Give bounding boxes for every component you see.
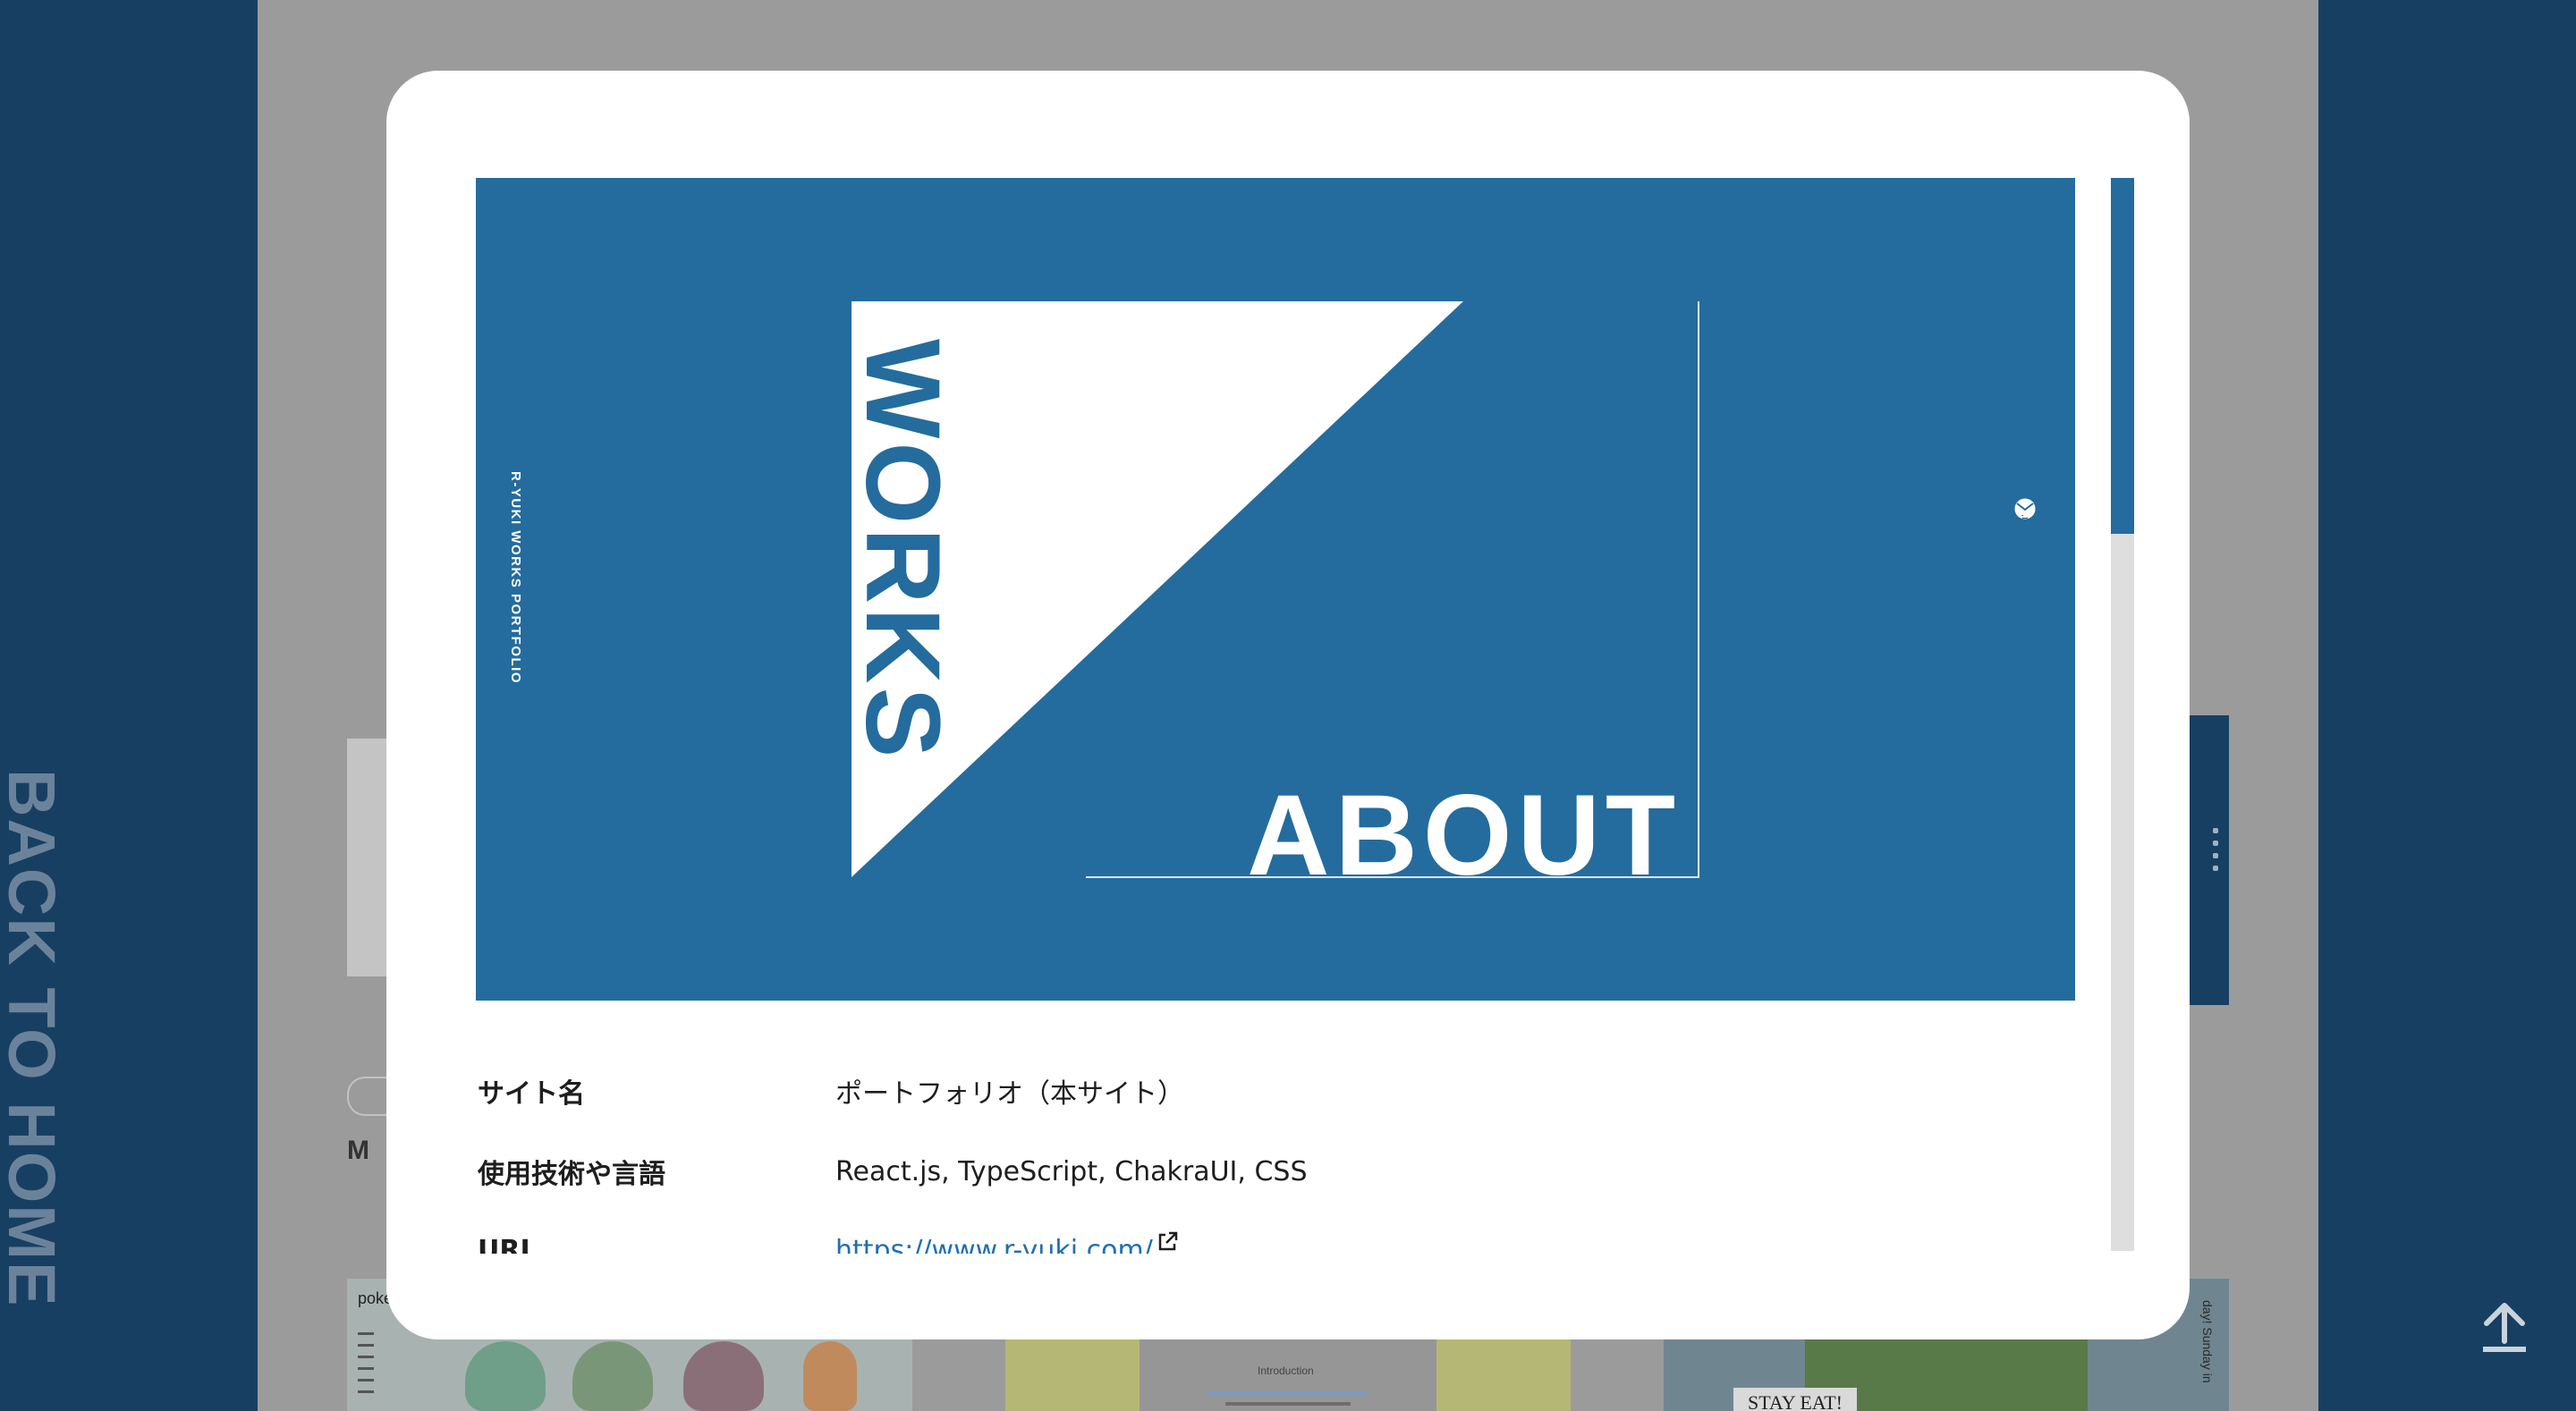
thumbnail-title: Introduction xyxy=(1258,1365,1314,1377)
mail-icon xyxy=(2016,503,2034,515)
detail-value: React.js, TypeScript, ChakraUI, CSS xyxy=(835,1155,1308,1187)
modal-scrollbar-thumb[interactable] xyxy=(2111,178,2134,534)
scroll-to-top-icon[interactable] xyxy=(2479,1302,2529,1356)
back-to-home-link[interactable]: BACK TO HOME xyxy=(0,769,69,1307)
thumbnail-sign: STAY EAT! xyxy=(1733,1388,1858,1411)
detail-label: サイト名 xyxy=(478,1078,585,1110)
modal-scrollbar[interactable] xyxy=(2111,178,2134,1251)
thumbnail-vertical-text: day! Sunday in xyxy=(2200,1300,2215,1383)
preview-works-text: WORKS xyxy=(843,339,962,762)
detail-label: URL xyxy=(478,1234,538,1255)
background-image-placeholder xyxy=(347,739,392,976)
site-preview-image: R-YUKI WORKS PORTFOLIO WORKS ABOUT xyxy=(476,178,2075,1001)
background-heading: M xyxy=(347,1136,369,1165)
right-sidebar xyxy=(2318,0,2576,1411)
work-details: サイト名 ポートフォリオ（本サイト） 使用技術や言語 React.js, Typ… xyxy=(476,1064,2086,1254)
detail-value: ポートフォリオ（本サイト） xyxy=(835,1078,1184,1110)
external-link-icon[interactable] xyxy=(1156,1230,1179,1254)
detail-label: 使用技術や言語 xyxy=(478,1159,665,1190)
site-url-link[interactable]: https://www.r-yuki.com/ xyxy=(835,1235,1153,1255)
preview-about-text: ABOUT xyxy=(1247,772,1682,900)
background-work-card xyxy=(2190,715,2229,1005)
